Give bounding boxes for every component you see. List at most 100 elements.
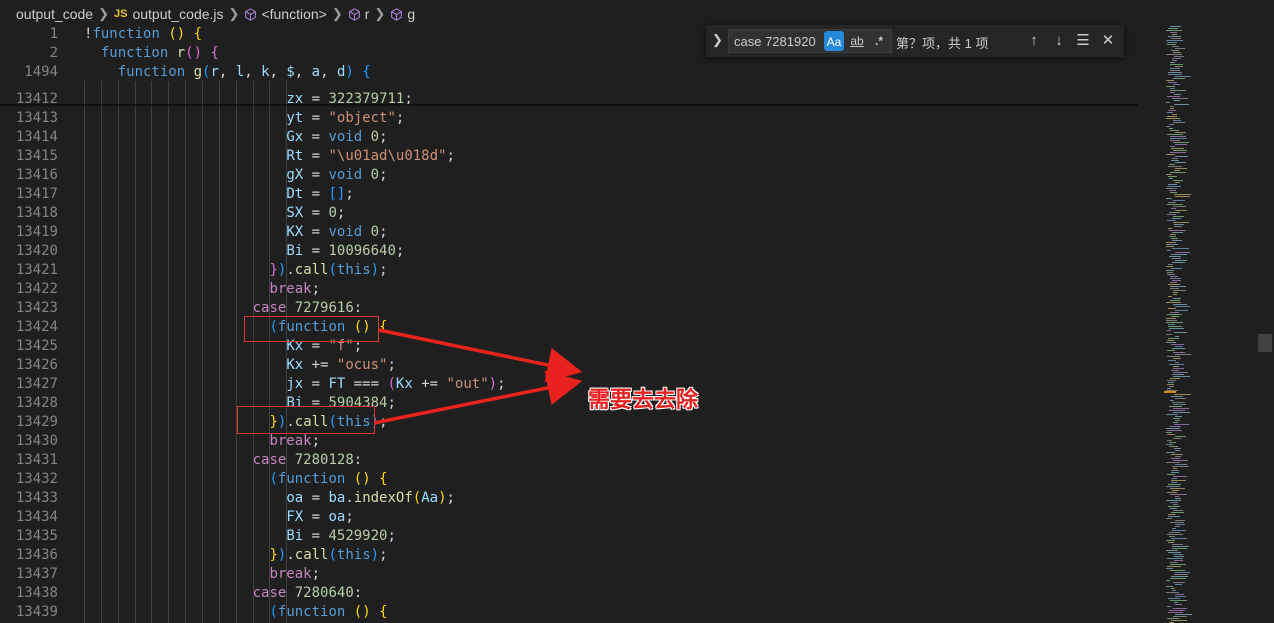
minimap-line	[1172, 248, 1189, 249]
minimap-line	[1175, 168, 1187, 169]
breadcrumb-function[interactable]: <function>	[261, 6, 326, 22]
code-line[interactable]: 13414 Gx = void 0;	[0, 128, 1160, 147]
code-line[interactable]: 13431 case 7280128:	[0, 451, 1160, 470]
minimap-line	[1167, 340, 1174, 341]
code-token: function	[100, 45, 169, 61]
code-token: :	[353, 300, 363, 316]
code-editor[interactable]: 13412 zx = 322379711; 13413 yt = "object"; 1…	[0, 24, 1160, 623]
minimap-line	[1166, 198, 1172, 199]
code-line[interactable]: 13424 (function () {	[0, 318, 1160, 337]
code-line[interactable]: 13439 (function () {	[0, 603, 1160, 622]
breadcrumb-r[interactable]: r	[365, 6, 370, 22]
sticky-scroll-shadow	[0, 104, 1138, 107]
line-number: 13421	[15, 262, 58, 278]
minimap-line	[1166, 390, 1178, 391]
code-token: ;	[379, 262, 388, 278]
minimap-line	[1168, 326, 1182, 327]
code-line[interactable]: 13427 jx = FT === (Kx += "out");	[0, 375, 1160, 394]
code-token: ;	[345, 186, 354, 202]
whole-word-toggle[interactable]: ab	[847, 31, 867, 51]
code-token: Kx	[286, 357, 304, 373]
code-token: =	[303, 148, 329, 164]
line-code: (function () {	[269, 603, 387, 622]
code-line[interactable]: 13425 Kx = "f";	[0, 337, 1160, 356]
breadcrumb-g[interactable]: g	[407, 6, 415, 22]
minimap-line	[1171, 576, 1188, 577]
code-token: yt	[286, 110, 304, 126]
code-line[interactable]: 13416 gX = void 0;	[0, 166, 1160, 185]
code-line[interactable]: 13418 SX = 0;	[0, 204, 1160, 223]
code-line[interactable]: 13436}).call(this);	[0, 546, 1160, 565]
code-line[interactable]: 13435 Bi = 4529920;	[0, 527, 1160, 546]
minimap-line	[1168, 74, 1182, 75]
code-line[interactable]: 13428 Bi = 5904384;	[0, 394, 1160, 413]
match-case-toggle[interactable]: Aa	[824, 31, 844, 51]
next-match-icon[interactable]: ↓	[1049, 31, 1069, 51]
code-token: r	[210, 64, 219, 80]
minimap-line	[1166, 80, 1174, 81]
code-token: ()	[353, 604, 371, 620]
code-line[interactable]: 13430 break;	[0, 432, 1160, 451]
code-token: Kx	[395, 376, 413, 392]
chevron-right-icon: ❯	[228, 6, 240, 21]
minimap-line	[1167, 314, 1182, 315]
previous-match-icon[interactable]: ↑	[1024, 31, 1044, 51]
minimap-line	[1172, 348, 1185, 349]
minimap-line	[1166, 126, 1170, 127]
code-line[interactable]: 13434 FX = oa;	[0, 508, 1160, 527]
minimap-line	[1167, 186, 1181, 187]
code-token: ()	[168, 26, 186, 42]
code-line[interactable]: 13437 break;	[0, 565, 1160, 584]
minimap-line	[1174, 394, 1191, 395]
minimap-line	[1170, 26, 1181, 27]
minimap-line	[1173, 180, 1183, 181]
minimap-line	[1168, 506, 1180, 507]
minimap[interactable]	[1164, 24, 1274, 623]
line-number: 13413	[15, 110, 58, 126]
sticky-scroll-line[interactable]: 1494 function g(r, l, k, $, a, d) {	[0, 63, 1160, 82]
code-token: call	[294, 547, 329, 563]
code-token: {	[379, 471, 388, 487]
minimap-line	[1173, 352, 1185, 353]
find-in-selection-icon[interactable]: ☰	[1073, 31, 1093, 51]
minimap-line	[1167, 440, 1172, 441]
code-line[interactable]: 13415 Rt = "\u01ad\u018d";	[0, 147, 1160, 166]
close-icon[interactable]: ✕	[1098, 31, 1118, 51]
code-token: ;	[379, 224, 388, 240]
code-token: a	[311, 64, 321, 80]
code-line[interactable]: 13417 Dt = [];	[0, 185, 1160, 204]
breadcrumb-file[interactable]: output_code.js	[132, 6, 223, 22]
code-token: l	[235, 64, 245, 80]
code-line[interactable]: 13433 oa = ba.indexOf(Aa);	[0, 489, 1160, 508]
code-line[interactable]: 13420 Bi = 10096640;	[0, 242, 1160, 261]
minimap-line	[1173, 460, 1188, 461]
minimap-line	[1173, 376, 1190, 377]
minimap-line	[1168, 284, 1180, 285]
code-line[interactable]: 13429}).call(this);	[0, 413, 1160, 432]
code-token: "object"	[328, 110, 396, 126]
code-line[interactable]: 13423 case 7279616:	[0, 299, 1160, 318]
line-number: 13425	[15, 338, 58, 354]
minimap-line	[1168, 514, 1175, 515]
code-token: ;	[387, 357, 396, 373]
code-line[interactable]: 13438 case 7280640:	[0, 584, 1160, 603]
toggle-replace-chevron-icon[interactable]: ❯	[712, 32, 726, 50]
minimap-line	[1171, 50, 1179, 51]
annotation-label: 需要去去除	[588, 388, 699, 413]
code-line[interactable]: 13413 yt = "object";	[0, 109, 1160, 128]
regex-toggle[interactable]: .*	[869, 31, 889, 51]
code-token: ,	[320, 64, 337, 80]
breadcrumb-folder[interactable]: output_code	[16, 6, 93, 22]
find-input[interactable]: case 7281920	[728, 29, 892, 53]
code-token: :	[353, 452, 363, 468]
minimap-line	[1172, 466, 1189, 467]
code-token: call	[294, 262, 329, 278]
code-line[interactable]: 13426 Kx += "ocus";	[0, 356, 1160, 375]
code-line[interactable]: 13432 (function () {	[0, 470, 1160, 489]
code-line[interactable]: 13422 break;	[0, 280, 1160, 299]
scrollbar-thumb[interactable]	[1258, 334, 1272, 352]
code-token: =	[303, 243, 329, 259]
minimap-line	[1170, 378, 1180, 379]
code-line[interactable]: 13419 KX = void 0;	[0, 223, 1160, 242]
code-line[interactable]: 13421}).call(this);	[0, 261, 1160, 280]
